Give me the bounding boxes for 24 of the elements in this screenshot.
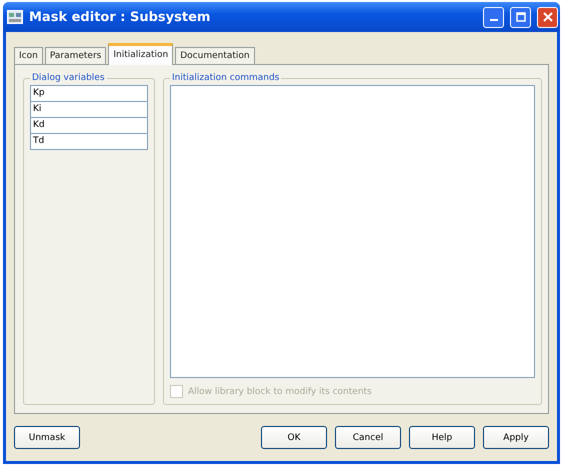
- group-title: Dialog variables: [31, 73, 106, 83]
- variable-item[interactable]: Kd: [30, 118, 148, 134]
- group-title: Initialization commands: [171, 73, 280, 83]
- maximize-icon: [516, 12, 526, 22]
- tab[interactable]: Initialization: [108, 43, 174, 65]
- variable-item[interactable]: Kp: [30, 85, 148, 102]
- tab[interactable]: Icon: [14, 47, 43, 65]
- dialog-button[interactable]: Apply: [483, 426, 549, 449]
- variable-item[interactable]: Td: [30, 134, 148, 150]
- minimize-icon: [490, 19, 498, 21]
- tab[interactable]: Documentation: [175, 47, 255, 65]
- close-button[interactable]: [537, 6, 558, 28]
- checkbox-label: Allow library block to modify its contents: [188, 386, 372, 396]
- dialog-button[interactable]: Help: [409, 426, 475, 449]
- unmask-button[interactable]: Unmask: [14, 426, 80, 449]
- dialog-button[interactable]: OK: [261, 426, 327, 449]
- variable-item[interactable]: Ki: [30, 102, 148, 118]
- window-title: Mask editor : Subsystem: [29, 10, 212, 24]
- tab[interactable]: Parameters: [44, 47, 106, 65]
- maximize-button[interactable]: [510, 6, 531, 28]
- minimize-button[interactable]: [483, 6, 504, 28]
- close-icon: [542, 12, 552, 22]
- dialog-button[interactable]: Cancel: [335, 426, 401, 449]
- window-icon: [7, 10, 23, 24]
